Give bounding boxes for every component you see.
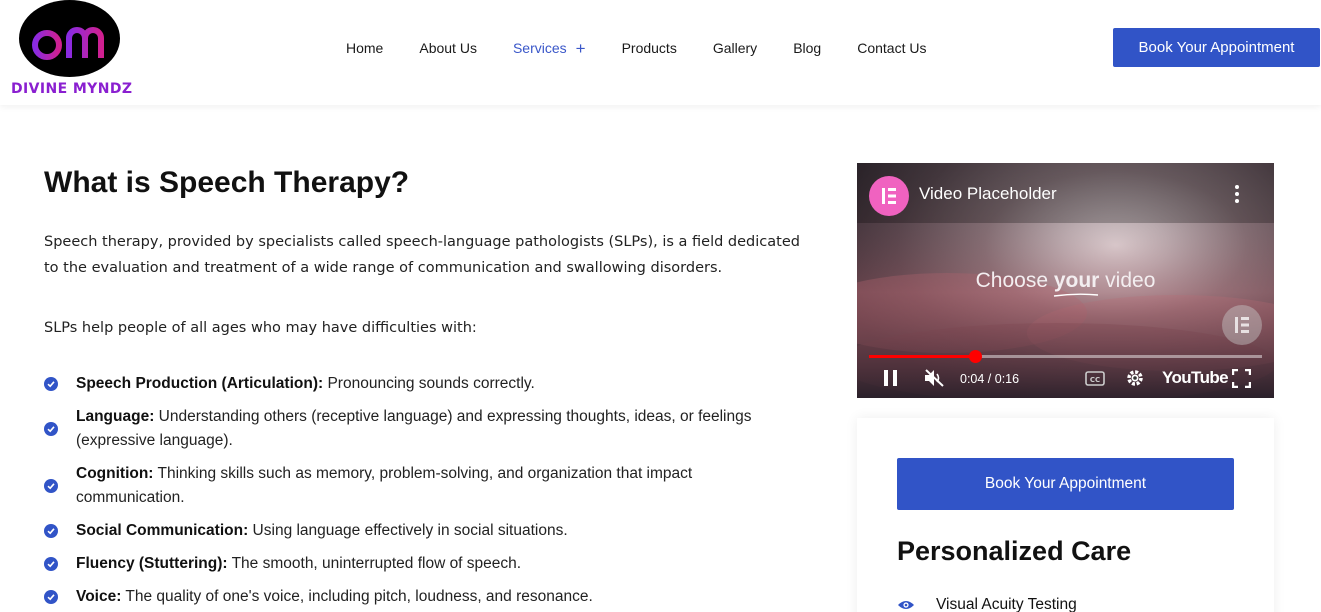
nav-item-contact-us[interactable]: Contact Us (857, 40, 926, 56)
page-title: What is Speech Therapy? (44, 166, 410, 199)
nav-label: Products (621, 40, 677, 56)
feature-term: Voice: (76, 588, 122, 605)
progress-fill (869, 355, 976, 358)
logo-mark (19, 0, 120, 77)
more-vert-icon[interactable] (1229, 185, 1245, 207)
video-title[interactable]: Video Placeholder (919, 184, 1057, 204)
video-controls: 0:04 / 0:16 CC YouTube (857, 365, 1274, 393)
logo-text: DIVINE MYNDZ (11, 81, 133, 97)
feature-text: Using language effectively in social sit… (248, 522, 568, 539)
nav-label: About Us (419, 40, 477, 56)
book-appointment-card-button[interactable]: Book Your Appointment (897, 458, 1234, 510)
list-item: Voice: The quality of one's voice, inclu… (44, 585, 804, 609)
video-time: 0:04 / 0:16 (960, 372, 1020, 386)
nav-item-about-us[interactable]: About Us (419, 40, 477, 56)
overlay-prefix: Choose (975, 269, 1054, 292)
logo-dm-icon (32, 12, 104, 60)
list-item: Speech Production (Articulation): Pronou… (44, 372, 804, 396)
nav-label: Home (346, 40, 384, 56)
settings-icon[interactable] (1125, 368, 1145, 388)
nav-item-services[interactable]: Services + (513, 40, 586, 57)
site-logo[interactable]: DIVINE MYNDZ (10, 0, 133, 100)
feature-text: Pronouncing sounds correctly. (323, 375, 535, 392)
overlay-suffix: video (1099, 269, 1156, 292)
nav-item-gallery[interactable]: Gallery (713, 40, 757, 56)
site-header: DIVINE MYNDZ Home About Us Services + Pro… (0, 0, 1321, 105)
video-overlay-text: Choose your video (857, 269, 1274, 293)
card-item-label: Visual Acuity Testing (936, 596, 1077, 612)
check-circle-icon (44, 590, 58, 604)
mute-icon[interactable] (923, 368, 945, 388)
check-circle-icon (44, 422, 58, 436)
underline-swoosh (1053, 293, 1099, 297)
elementor-icon[interactable] (869, 176, 909, 216)
feature-text: Understanding others (receptive language… (76, 408, 752, 449)
lead-paragraph: SLPs help people of all ages who may hav… (44, 320, 477, 336)
feature-term: Social Communication: (76, 522, 249, 539)
feature-term: Fluency (Stuttering): (76, 555, 228, 572)
nav-label: Contact Us (857, 40, 927, 56)
check-circle-icon (44, 479, 58, 493)
feature-text: Thinking skills such as memory, problem-… (76, 465, 693, 506)
feature-term: Cognition: (76, 465, 154, 482)
elementor-watermark-icon (1222, 305, 1262, 345)
overlay-bold: your (1053, 269, 1100, 292)
list-item: Visual Acuity Testing (897, 596, 1077, 612)
feature-term: Speech Production (Articulation): (76, 375, 324, 392)
pause-icon[interactable] (883, 369, 899, 387)
video-progress-bar[interactable] (869, 350, 1262, 363)
main-nav: Home About Us Services + Products Gallery… (346, 38, 962, 58)
card-heading: Personalized Care (897, 536, 1132, 566)
video-player[interactable]: Video Placeholder Choose your video 0:04… (857, 163, 1274, 398)
youtube-logo[interactable]: YouTube (1162, 368, 1229, 388)
check-circle-icon (44, 377, 58, 391)
eye-icon (898, 601, 914, 609)
fullscreen-icon[interactable] (1232, 369, 1251, 388)
feature-text: The smooth, uninterrupted flow of speech… (227, 555, 522, 572)
feature-text: The quality of one's voice, including pi… (121, 588, 593, 605)
list-item: Cognition: Thinking skills such as memor… (44, 462, 804, 510)
captions-icon[interactable]: CC (1085, 371, 1105, 386)
nav-label: Gallery (712, 40, 758, 56)
check-circle-icon (44, 524, 58, 538)
nav-label: Services (512, 40, 567, 56)
list-item: Fluency (Stuttering): The smooth, uninte… (44, 552, 804, 576)
feature-term: Language: (76, 408, 155, 425)
list-item: Social Communication: Using language eff… (44, 519, 804, 543)
intro-paragraph: Speech therapy, provided by specialists … (44, 234, 800, 276)
nav-item-products[interactable]: Products (622, 40, 677, 56)
list-item: Language: Understanding others (receptiv… (44, 405, 804, 453)
nav-item-home[interactable]: Home (346, 40, 383, 56)
plus-icon[interactable]: + (576, 40, 586, 57)
svg-text:CC: CC (1090, 376, 1100, 384)
feature-list: Speech Production (Articulation): Pronou… (44, 372, 804, 612)
nav-label: Blog (793, 40, 822, 56)
nav-item-blog[interactable]: Blog (793, 40, 821, 56)
sidebar-card: Book Your Appointment Personalized Care … (857, 418, 1274, 612)
book-appointment-button[interactable]: Book Your Appointment (1113, 28, 1320, 67)
check-circle-icon (44, 557, 58, 571)
